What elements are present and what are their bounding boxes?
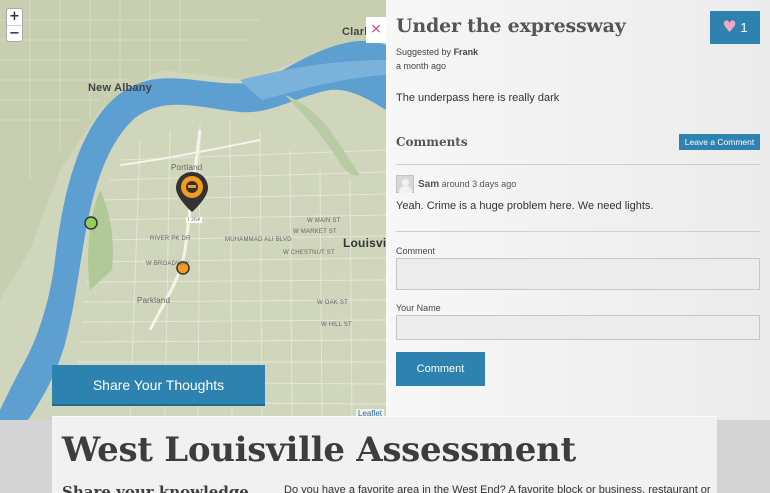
page-title: West Louisville Assessment [62,430,576,470]
map-label-louisville: Louisville [343,236,386,250]
comment-submit-button[interactable]: Comment [396,352,485,386]
map-street-label: W BROADWAY [146,261,190,267]
comment-label: Comment [396,246,436,256]
place-suggested-by: Suggested by Frank [396,47,478,57]
place-author: Frank [453,47,479,57]
map-view[interactable]: + − New Albany Louisville Clark Portland… [0,0,386,420]
map-label-new-albany: New Albany [88,82,152,94]
comment-time: around 3 days ago [441,179,517,189]
place-description: The underpass here is really dark [396,92,560,104]
comment-meta: Sam around 3 days ago [418,179,516,190]
map-street-label: W MAIN ST [307,218,341,224]
map-tiles[interactable] [0,0,386,420]
place-time: a month ago [396,61,447,71]
page-intro-text: Do you have a favorite area in the West … [284,484,711,493]
map-street-label: MUHAMMAD ALI BLVD [225,237,292,243]
like-button[interactable]: ♥ 1 [710,11,760,44]
avatar [396,175,414,193]
share-your-thoughts-button[interactable]: Share Your Thoughts [52,365,265,406]
zoom-out-button[interactable]: − [7,25,22,41]
page-subtitle: Share your knowledge [62,483,249,493]
like-count: 1 [740,20,748,35]
name-input[interactable] [396,315,760,340]
map-street-label: W OAK ST [317,300,348,306]
zoom-in-button[interactable]: + [7,9,22,25]
leave-comment-button[interactable]: Leave a Comment [679,134,760,150]
map-street-label: W HILL ST [321,322,352,328]
place-title: Under the expressway [396,15,626,37]
close-icon[interactable]: × [366,17,386,43]
divider [396,231,760,232]
map-label-parkland: Parkland [137,296,171,305]
divider [396,164,760,165]
comment-author: Sam [418,179,440,190]
map-street-label: W CHESTNUT ST [283,250,335,256]
map-marker-green[interactable] [84,216,98,230]
heart-icon: ♥ [722,17,737,36]
map-label-portland: Portland [171,163,203,172]
comment-textarea[interactable] [396,258,760,290]
zoom-controls: + − [6,8,23,42]
suggested-prefix: Suggested by [396,47,452,57]
name-label: Your Name [396,303,441,313]
map-street-label: W MARKET ST [293,229,337,235]
comment-text: Yeah. Crime is a huge problem here. We n… [396,200,654,212]
map-highway-label: I 264 [186,217,203,223]
comments-heading: Comments [396,135,468,149]
map-street-label: RIVER PK DR [150,236,191,242]
